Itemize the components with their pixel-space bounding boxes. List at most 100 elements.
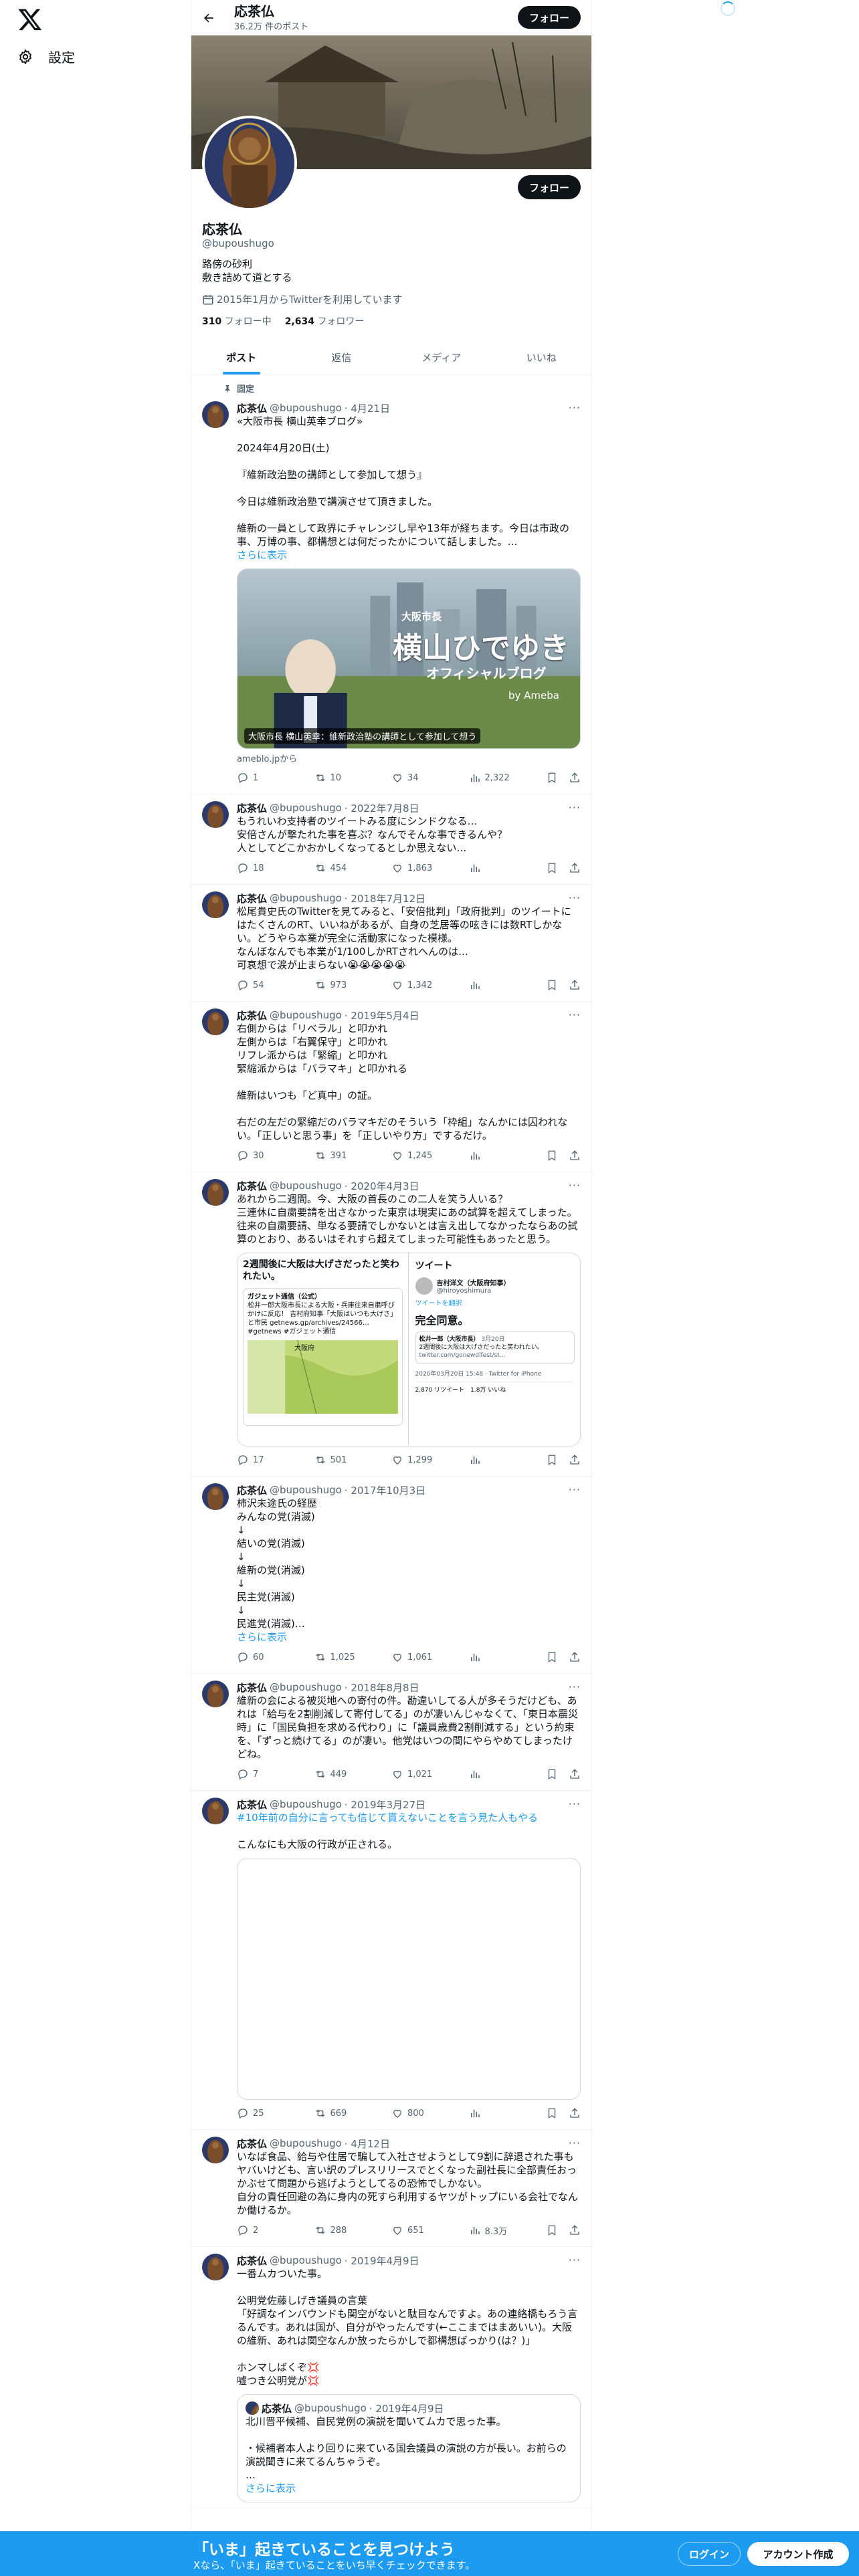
tweet-author-name[interactable]: 応茶仏 [237,2254,267,2268]
signup-button[interactable]: アカウント作成 [747,2542,849,2566]
tweet-author-name[interactable]: 応茶仏 [237,2137,267,2151]
more-options-icon[interactable]: ··· [569,891,581,904]
views-button[interactable] [469,2107,547,2119]
share-icon[interactable] [569,772,581,784]
login-button[interactable]: ログイン [678,2542,741,2566]
tweet-date[interactable]: · 2018年8月8日 [345,1681,419,1695]
like-button[interactable]: 1,342 [391,979,469,991]
retweet-button[interactable]: 10 [314,772,392,784]
share-icon[interactable] [569,979,581,991]
reply-button[interactable]: 60 [237,1651,314,1663]
like-button[interactable]: 34 [391,772,469,784]
quote-show-more[interactable]: さらに表示 [246,2482,572,2495]
tweet-handle[interactable]: @bupoushugo [270,1484,342,1496]
tweet[interactable]: 応茶仏 @bupoushugo · 4月21日 «大阪市長 横山英幸ブログ» 202… [191,395,591,794]
bookmark-icon[interactable] [546,2107,558,2119]
bookmark-icon[interactable] [546,1651,558,1663]
views-button[interactable] [469,1454,547,1466]
views-button[interactable]: 2,322 [469,772,547,784]
tweet-handle[interactable]: @bupoushugo [270,2254,342,2266]
retweet-button[interactable]: 669 [314,2107,392,2119]
tweet-hashtag[interactable]: #10年前の自分に言っても信じて貰えないことを言う見た人もやる [237,1811,581,1824]
tweet-author-name[interactable]: 応茶仏 [237,1008,267,1023]
tweet-author-name[interactable]: 応茶仏 [237,1681,267,1695]
tweet-date[interactable]: · 2019年4月9日 [345,2254,419,2268]
tweet-avatar[interactable] [202,1681,229,1707]
bookmark-icon[interactable] [546,772,558,784]
retweet-button[interactable]: 501 [314,1454,392,1466]
share-icon[interactable] [569,1454,581,1466]
retweet-button[interactable]: 1,025 [314,1651,392,1663]
tweet[interactable]: 応茶仏 @bupoushugo · 2022年7月8日 もうれいわ支持者のツイートみ… [191,794,591,885]
like-button[interactable]: 1,299 [391,1454,469,1466]
tweet-handle[interactable]: @bupoushugo [270,1009,342,1021]
tweet-date[interactable]: · 4月21日 [345,401,390,415]
tweet-avatar[interactable] [202,2137,229,2163]
like-button[interactable]: 651 [391,2224,469,2236]
share-icon[interactable] [569,1768,581,1780]
reply-button[interactable]: 7 [237,1768,314,1780]
retweet-button[interactable]: 391 [314,1150,392,1162]
profile-follow-button[interactable]: フォロー [518,175,581,199]
reply-button[interactable]: 30 [237,1150,314,1162]
tweet-date[interactable]: · 4月12日 [345,2137,390,2151]
reply-button[interactable]: 2 [237,2224,314,2236]
tweet[interactable]: 応茶仏 @bupoushugo · 4月12日 いなば食品、給与や住居で騙して入社さ… [191,2130,591,2247]
share-icon[interactable] [569,1150,581,1162]
share-icon[interactable] [569,2224,581,2236]
tweet-date[interactable]: · 2019年3月27日 [345,1798,425,1812]
bookmark-icon[interactable] [546,2224,558,2236]
views-button[interactable] [469,862,547,874]
more-options-icon[interactable]: ··· [569,401,581,414]
more-options-icon[interactable]: ··· [569,1483,581,1496]
like-button[interactable]: 1,061 [391,1651,469,1663]
tab-replies[interactable]: 返信 [292,340,392,374]
views-button[interactable] [469,1768,547,1780]
tweet-author-name[interactable]: 応茶仏 [237,401,267,415]
tweet[interactable]: 応茶仏 @bupoushugo · 2018年7月12日 松尾貴史氏のTwitter… [191,885,591,1002]
tweet-avatar[interactable] [202,2254,229,2280]
link-card[interactable]: 大阪市長 横山ひでゆき オフィシャルブログ by Ameba 大阪市長 横山英幸… [237,568,581,749]
quote-tweet[interactable]: 応茶仏 @bupoushugo · 2019年4月9日 北川晋平候補、自民党例の演説… [237,2394,581,2502]
like-button[interactable]: 1,863 [391,862,469,874]
retweet-button[interactable]: 454 [314,862,392,874]
reply-button[interactable]: 54 [237,979,314,991]
x-logo-icon[interactable] [17,7,43,32]
tweet-image-right[interactable]: ツイート 吉村洋文（大阪府知事） @hiroyoshimura ツイートを翻訳 完… [409,1253,580,1446]
tweet-handle[interactable]: @bupoushugo [270,1180,342,1192]
tweet-avatar[interactable] [202,1008,229,1035]
more-options-icon[interactable]: ··· [569,1008,581,1021]
retweet-button[interactable]: 449 [314,1768,392,1780]
tweet-avatar[interactable] [202,1483,229,1510]
bookmark-icon[interactable] [546,1768,558,1780]
reply-button[interactable]: 1 [237,772,314,784]
views-button[interactable] [469,1150,547,1162]
tweet-date[interactable]: · 2020年4月3日 [345,1179,419,1193]
tweet[interactable]: 応茶仏 @bupoushugo · 2017年10月3日 柿沢未途氏の経歴 みんなの… [191,1477,591,1674]
views-button[interactable] [469,979,547,991]
retweet-button[interactable]: 288 [314,2224,392,2236]
tweet-date[interactable]: · 2018年7月12日 [345,891,425,905]
profile-avatar[interactable] [202,116,297,211]
share-icon[interactable] [569,2107,581,2119]
tweet-avatar[interactable] [202,801,229,828]
views-button[interactable]: 8.3万 [469,2224,547,2237]
tweet[interactable]: 応茶仏 @bupoushugo · 2018年8月8日 維新の会による被災地への寄付… [191,1674,591,1791]
nav-settings[interactable]: 設定 [17,47,75,66]
reply-button[interactable]: 25 [237,2107,314,2119]
like-button[interactable]: 800 [391,2107,469,2119]
topbar-follow-button[interactable]: フォロー [518,6,581,29]
reply-button[interactable]: 17 [237,1454,314,1466]
share-icon[interactable] [569,1651,581,1663]
tweet-avatar[interactable] [202,1798,229,1824]
tweet-author-name[interactable]: 応茶仏 [237,1798,267,1812]
tweet-author-name[interactable]: 応茶仏 [237,1179,267,1193]
following-link[interactable]: 310 フォロー中 [202,314,272,328]
tweet-handle[interactable]: @bupoushugo [270,1798,342,1810]
tweet-handle[interactable]: @bupoushugo [270,1681,342,1693]
tweet[interactable]: 応茶仏 @bupoushugo · 2019年5月4日 右側からは「リベラル」と叩か… [191,1002,591,1172]
more-options-icon[interactable]: ··· [569,1179,581,1192]
tab-posts[interactable]: ポスト [191,340,292,374]
bookmark-icon[interactable] [546,1454,558,1466]
like-button[interactable]: 1,021 [391,1768,469,1780]
